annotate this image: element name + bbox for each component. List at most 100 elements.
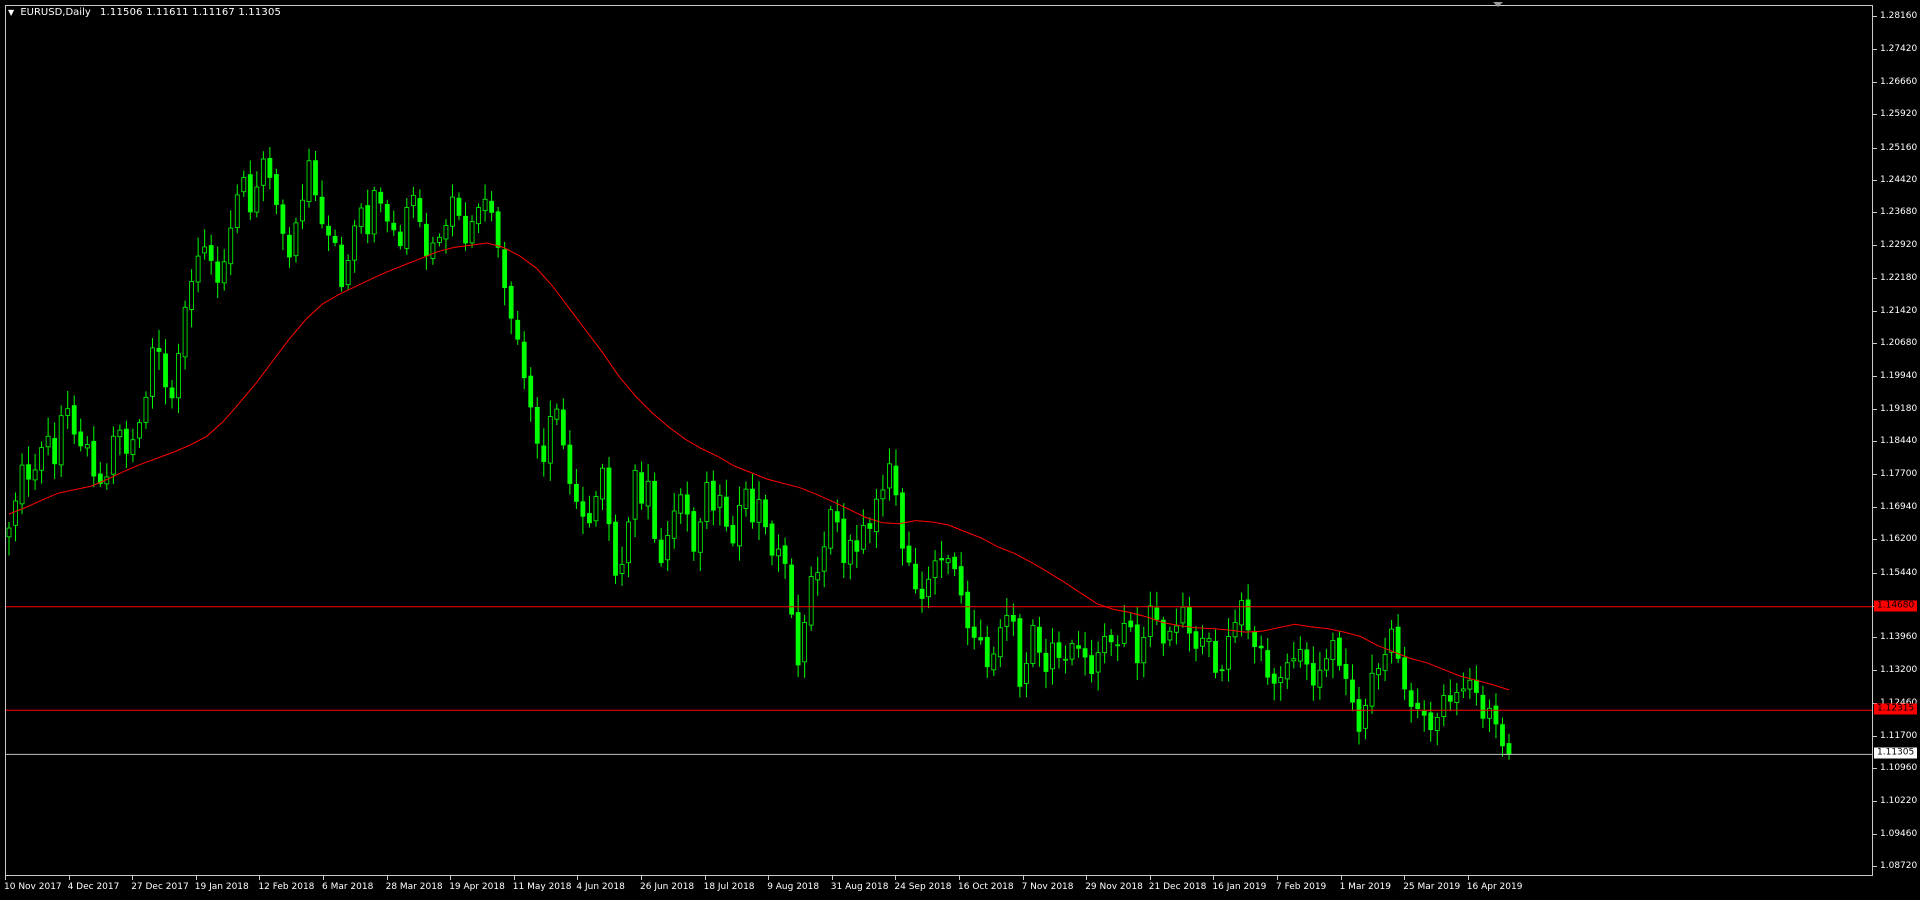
chart-window[interactable]: ▼ EURUSD,Daily 1.11506 1.11611 1.11167 1… — [0, 0, 1920, 900]
candle — [1278, 666, 1284, 701]
candle — [1304, 642, 1310, 681]
candle — [1337, 631, 1342, 671]
price-tick — [1873, 441, 1877, 443]
candle — [1408, 682, 1414, 723]
candle — [815, 556, 821, 596]
time-scale[interactable]: 10 Nov 2017 4 Dec 2017 27 Dec 2017 19 Jan 2… — [0, 876, 1873, 900]
price-tick — [1873, 506, 1877, 508]
candle-body — [1343, 664, 1349, 679]
price-tick — [1873, 670, 1877, 672]
candle — [13, 492, 18, 542]
candle-body — [795, 612, 801, 666]
candle — [1206, 632, 1212, 658]
candle — [573, 468, 579, 509]
price-tick — [1873, 179, 1877, 181]
candle — [1219, 664, 1225, 682]
candle — [984, 625, 990, 679]
price-tick-label: 1.24420 — [1880, 174, 1918, 185]
candle-body — [176, 353, 181, 399]
candle-body — [1219, 669, 1225, 672]
price-tick-label: 1.20680 — [1880, 338, 1918, 349]
candle — [1473, 665, 1479, 706]
candle-body — [417, 198, 423, 222]
candle — [952, 552, 958, 577]
price-chart[interactable] — [6, 6, 1873, 876]
candle — [606, 456, 612, 541]
candle-body — [978, 637, 984, 641]
candle-body — [1115, 644, 1121, 647]
candle — [123, 420, 129, 468]
candle-body — [1310, 663, 1316, 686]
candle — [1506, 733, 1512, 760]
candle — [1095, 641, 1101, 691]
candle — [156, 329, 162, 370]
candle-body — [971, 626, 977, 638]
candle — [1265, 638, 1271, 685]
candle-body — [202, 246, 208, 254]
candle-body — [1206, 638, 1212, 642]
candle — [991, 646, 997, 677]
candle — [469, 215, 475, 248]
time-tick-label: 28 Mar 2018 — [385, 882, 443, 892]
candle-body — [247, 174, 253, 213]
candle-body — [1200, 637, 1205, 647]
candle — [423, 213, 429, 270]
candle-body — [1134, 624, 1140, 664]
candle-body — [1337, 637, 1342, 666]
time-tick-label: 19 Apr 2018 — [449, 882, 505, 892]
candle — [710, 470, 716, 526]
candle-body — [639, 472, 645, 504]
candle — [1141, 626, 1147, 678]
candle — [1487, 699, 1492, 733]
candle-body — [58, 415, 64, 466]
candle — [652, 472, 658, 543]
candle — [717, 484, 723, 526]
plot-area[interactable] — [5, 5, 1873, 876]
candle-body — [300, 199, 305, 222]
price-tick-label: 1.08720 — [1880, 861, 1918, 872]
candle-body — [208, 245, 214, 261]
price-scale[interactable]: 1.28160 1.27420 1.26660 1.25920 1.25160 1.244… — [1873, 0, 1920, 900]
candle — [534, 397, 540, 459]
time-tick-label: 16 Apr 2019 — [1466, 882, 1523, 892]
price-tick — [1873, 800, 1877, 802]
candle-body — [430, 242, 436, 259]
candle-body — [287, 234, 292, 258]
candle — [1317, 651, 1323, 700]
time-tick-label: 16 Jan 2019 — [1212, 882, 1267, 892]
candle-body — [521, 341, 527, 379]
candle — [750, 473, 755, 529]
candle — [1363, 698, 1368, 740]
time-tick-label: 21 Dec 2018 — [1148, 882, 1207, 892]
candle — [1310, 646, 1316, 701]
candle — [306, 148, 312, 208]
candle — [215, 246, 221, 299]
price-tick-label: 1.15440 — [1880, 567, 1918, 578]
candle-body — [841, 518, 847, 564]
candle-body — [358, 207, 364, 227]
candle-body — [854, 540, 860, 552]
triangle-down-icon[interactable]: ▼ — [8, 8, 14, 17]
candle — [1434, 712, 1440, 746]
candle — [410, 186, 416, 219]
candle-body — [495, 211, 501, 248]
candle-body — [260, 158, 266, 186]
candle — [1023, 652, 1029, 698]
candle-body — [900, 492, 905, 549]
candle — [658, 527, 664, 567]
candle — [228, 210, 234, 276]
candle-body — [39, 447, 45, 471]
candle-body — [1402, 657, 1408, 690]
candle — [547, 400, 553, 481]
candle-body — [1356, 699, 1362, 732]
candle-body — [450, 196, 455, 227]
candle-body — [652, 480, 658, 539]
scroll-marker-icon[interactable] — [1493, 2, 1503, 7]
candle-body — [684, 494, 690, 515]
candle — [137, 419, 142, 448]
candle-body — [554, 408, 560, 420]
candle-body — [815, 572, 821, 581]
time-tick — [195, 876, 197, 880]
candle-body — [1428, 712, 1434, 731]
candle — [19, 453, 25, 515]
